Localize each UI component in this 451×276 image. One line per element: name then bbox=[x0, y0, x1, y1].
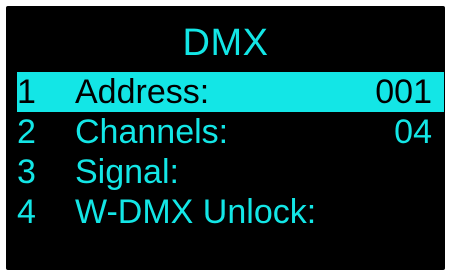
menu-item-value: 04 bbox=[394, 113, 432, 151]
screen-title: DMX bbox=[182, 22, 269, 64]
menu-item-value: 001 bbox=[375, 73, 432, 111]
menu-item-label: Address: bbox=[75, 73, 210, 111]
menu-item-number: 4 bbox=[17, 193, 36, 231]
menu-item-wdmx-unlock[interactable]: 4 W-DMX Unlock: bbox=[17, 192, 444, 232]
dmx-display-screen: DMX 1 Address: 001 2 Channels: 04 3 Sign… bbox=[6, 6, 445, 270]
menu-item-label: W-DMX Unlock: bbox=[75, 193, 317, 231]
menu-item-label: Signal: bbox=[75, 153, 179, 191]
menu-item-label: Channels: bbox=[75, 113, 229, 151]
menu-item-number: 1 bbox=[17, 73, 36, 111]
menu-item-number: 2 bbox=[17, 113, 36, 151]
menu-item-signal[interactable]: 3 Signal: bbox=[17, 152, 444, 192]
menu-item-channels[interactable]: 2 Channels: 04 bbox=[17, 112, 444, 152]
menu-item-number: 3 bbox=[17, 153, 36, 191]
menu-item-address[interactable]: 1 Address: 001 bbox=[17, 72, 444, 112]
